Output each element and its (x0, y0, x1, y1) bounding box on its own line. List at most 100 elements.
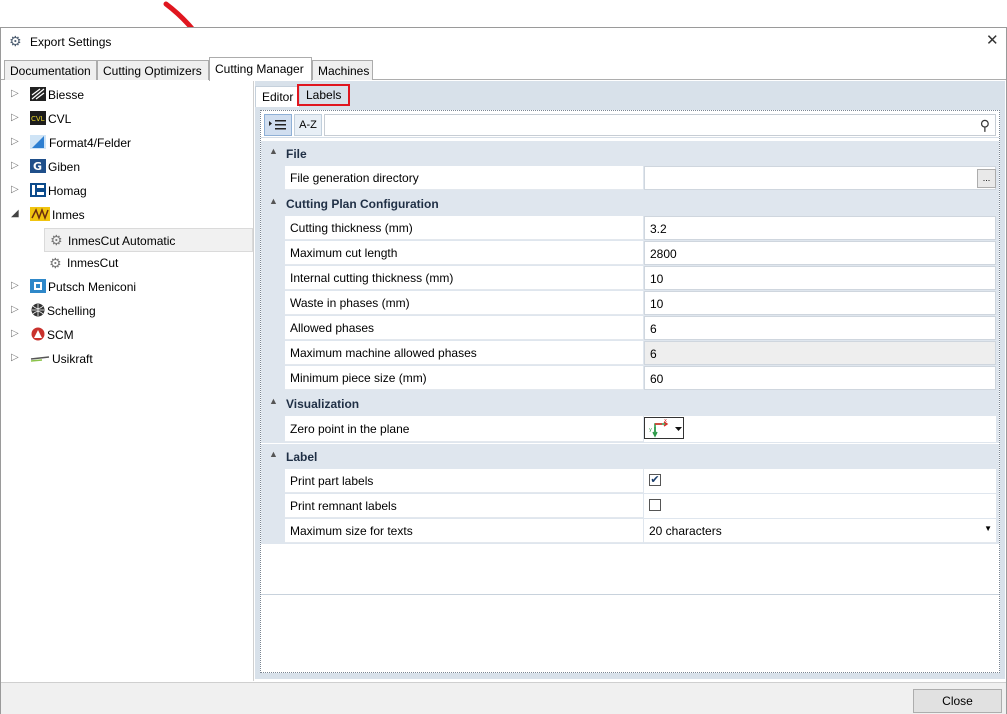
svg-text:x: x (664, 418, 667, 424)
tree-item-usikraft[interactable]: ▷ Usikraft (1, 348, 253, 370)
collapse-caret-icon[interactable]: ▲ (269, 396, 278, 406)
machine-tree: ▷ Biesse ▷ CVL CVL ▷ Format4/Felder ▷ G … (1, 81, 254, 681)
tree-item-format4-felder[interactable]: ▷ Format4/Felder (1, 132, 253, 154)
property-row: File generation directory ... (261, 166, 999, 191)
tree-item-inmescut[interactable]: ⚙ InmesCut (44, 252, 253, 274)
expand-arrow-icon[interactable]: ▷ (11, 280, 19, 291)
cvl-logo: CVL (30, 111, 46, 125)
category-title: Cutting Plan Configuration (286, 197, 439, 211)
svg-text:y: y (649, 427, 652, 433)
property-row: Zero point in the plane x y (261, 416, 999, 443)
categorized-list-icon[interactable] (264, 114, 292, 136)
property-name: Maximum cut length (285, 241, 643, 265)
property-name: Maximum size for texts (285, 519, 643, 543)
sort-az-button[interactable]: A-Z (294, 114, 322, 136)
tab-editor[interactable]: Editor (255, 86, 301, 107)
property-name: Zero point in the plane (285, 416, 643, 442)
tree-item-label: InmesCut Automatic (68, 234, 176, 248)
export-settings-window: ⚙ Export Settings ✕ Documentation Cuttin… (0, 27, 1007, 714)
property-name: File generation directory (285, 166, 643, 190)
collapse-caret-icon[interactable]: ▲ (269, 146, 278, 156)
max-text-size-select[interactable]: 20 characters ▼ (644, 519, 996, 543)
svg-text:G: G (33, 160, 42, 173)
search-input[interactable]: ⚲ (324, 114, 996, 136)
tab-machines[interactable]: Machines (312, 60, 373, 80)
category-visualization[interactable]: ▲ Visualization (261, 391, 999, 416)
tree-item-scm[interactable]: ▷ SCM (1, 324, 253, 346)
tree-item-label: Schelling (47, 304, 96, 318)
print-part-labels-checkbox[interactable]: ✔ (649, 474, 661, 486)
cutting-thickness-input[interactable]: 3.2 (644, 216, 996, 240)
property-row: Minimum piece size (mm) 60 (261, 366, 999, 391)
tree-item-label: Inmes (52, 208, 85, 222)
expand-arrow-icon[interactable]: ▷ (11, 136, 19, 147)
property-name: Print remnant labels (285, 494, 643, 518)
expand-arrow-icon[interactable]: ▷ (11, 352, 19, 363)
zero-point-cell: x y (644, 416, 996, 442)
category-title: File (286, 147, 307, 161)
tree-item-label: Putsch Meniconi (48, 280, 137, 294)
close-button[interactable]: Close (913, 689, 1002, 713)
property-grid-toolbar: A-Z ⚲ (261, 111, 999, 138)
zero-point-dropdown[interactable]: x y (644, 417, 684, 439)
file-directory-field[interactable]: ... (644, 166, 996, 190)
tree-item-schelling[interactable]: ▷ Schelling (1, 300, 253, 322)
tree-item-label: Format4/Felder (49, 136, 132, 150)
close-icon[interactable]: ✕ (986, 31, 999, 49)
property-row: Internal cutting thickness (mm) 10 (261, 266, 999, 291)
expand-arrow-icon[interactable]: ▷ (11, 160, 19, 171)
tab-documentation[interactable]: Documentation (4, 60, 97, 80)
tree-item-giben[interactable]: ▷ G Giben (1, 156, 253, 178)
svg-text:CVL: CVL (31, 115, 45, 123)
scm-logo (31, 327, 45, 341)
description-pane (261, 594, 999, 672)
property-row: Waste in phases (mm) 10 (261, 291, 999, 316)
expand-arrow-icon[interactable]: ▷ (11, 112, 19, 123)
expand-arrow-icon[interactable]: ▷ (11, 184, 19, 195)
tree-item-label: Usikraft (52, 352, 93, 366)
category-file[interactable]: ▲ File (261, 141, 999, 166)
tree-item-inmes[interactable]: ◢ Inmes (1, 204, 253, 226)
property-name: Minimum piece size (mm) (285, 366, 643, 390)
settings-panel: Editor Labels A-Z ⚲ ▲ File File generati… (255, 81, 1005, 679)
waste-in-phases-input[interactable]: 10 (644, 291, 996, 315)
internal-cutting-thickness-input[interactable]: 10 (644, 266, 996, 290)
tab-cutting-manager[interactable]: Cutting Manager (209, 57, 312, 81)
gear-icon: ⚙ (49, 255, 62, 271)
property-name: Internal cutting thickness (mm) (285, 266, 643, 290)
property-grid: A-Z ⚲ ▲ File File generation directory .… (260, 110, 1000, 673)
property-row: Maximum cut length 2800 (261, 241, 999, 266)
tree-item-homag[interactable]: ▷ Homag (1, 180, 253, 202)
max-machine-phases-readonly: 6 (644, 341, 996, 365)
collapse-caret-icon[interactable]: ▲ (269, 196, 278, 206)
property-row: Cutting thickness (mm) 3.2 (261, 216, 999, 241)
tree-item-biesse[interactable]: ▷ Biesse (1, 84, 253, 106)
min-piece-size-input[interactable]: 60 (644, 366, 996, 390)
expand-arrow-icon[interactable]: ▷ (11, 328, 19, 339)
biesse-logo (30, 87, 46, 101)
category-title: Label (286, 450, 318, 464)
allowed-phases-input[interactable]: 6 (644, 316, 996, 340)
property-name: Waste in phases (mm) (285, 291, 643, 315)
browse-button[interactable]: ... (977, 169, 996, 188)
max-cut-length-input[interactable]: 2800 (644, 241, 996, 265)
print-remnant-labels-checkbox[interactable] (649, 499, 661, 511)
collapse-caret-icon[interactable]: ▲ (269, 449, 278, 459)
expand-arrow-icon[interactable]: ▷ (11, 304, 19, 315)
category-label[interactable]: ▲ Label (261, 444, 999, 469)
tree-item-inmescut-automatic[interactable]: ⚙ InmesCut Automatic (44, 228, 253, 252)
search-icon[interactable]: ⚲ (980, 117, 990, 134)
axis-origin-icon: x y (649, 418, 682, 438)
tree-item-putsch-meniconi[interactable]: ▷ Putsch Meniconi (1, 276, 253, 298)
gear-icon: ⚙ (50, 232, 63, 248)
property-row: Allowed phases 6 (261, 316, 999, 341)
property-name: Allowed phases (285, 316, 643, 340)
collapse-arrow-icon[interactable]: ◢ (11, 208, 19, 219)
tab-cutting-optimizers[interactable]: Cutting Optimizers (97, 60, 209, 80)
expand-arrow-icon[interactable]: ▷ (11, 88, 19, 99)
tab-labels[interactable]: Labels (297, 84, 351, 106)
chevron-down-icon[interactable]: ▼ (984, 524, 992, 533)
category-cutting-plan[interactable]: ▲ Cutting Plan Configuration (261, 191, 999, 216)
property-name: Cutting thickness (mm) (285, 216, 643, 240)
tree-item-cvl[interactable]: ▷ CVL CVL (1, 108, 253, 130)
